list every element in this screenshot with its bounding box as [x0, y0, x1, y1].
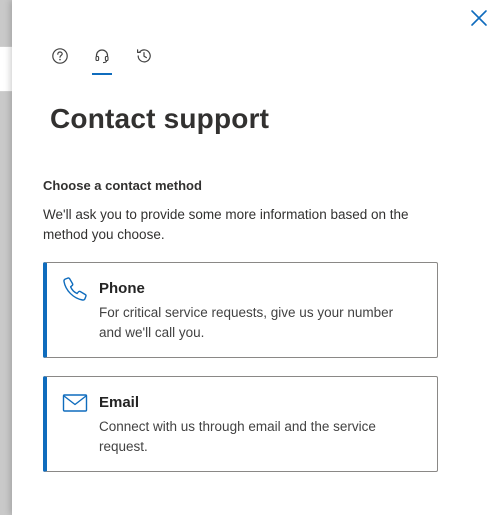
tab-help[interactable]	[48, 44, 72, 68]
phone-option-description: For critical service requests, give us y…	[99, 305, 394, 340]
phone-option-title: Phone	[99, 280, 145, 297]
help-circle-icon	[52, 48, 68, 64]
tab-contact-support[interactable]	[90, 44, 114, 68]
support-panel: Contact support Choose a contact method …	[12, 0, 499, 515]
close-button[interactable]	[467, 6, 491, 30]
close-icon	[471, 10, 487, 26]
headset-icon	[95, 49, 109, 64]
contact-method-description: We'll ask you to provide some more infor…	[43, 207, 409, 242]
history-icon	[137, 49, 151, 63]
tab-history[interactable]	[132, 44, 156, 68]
phone-contact-option[interactable]: Phone For critical service requests, giv…	[43, 262, 438, 358]
phone-icon	[63, 277, 87, 301]
page-title: Contact support	[50, 103, 270, 134]
email-option-title: Email	[99, 394, 140, 411]
email-contact-option[interactable]: Email Connect with us through email and …	[43, 376, 438, 472]
page-backdrop	[0, 0, 12, 515]
selected-tab-indicator	[92, 73, 112, 75]
contact-method-heading: Choose a contact method	[43, 178, 202, 193]
backdrop-strip	[0, 46, 12, 92]
email-option-description: Connect with us through email and the se…	[99, 419, 376, 454]
mail-icon	[62, 394, 88, 412]
